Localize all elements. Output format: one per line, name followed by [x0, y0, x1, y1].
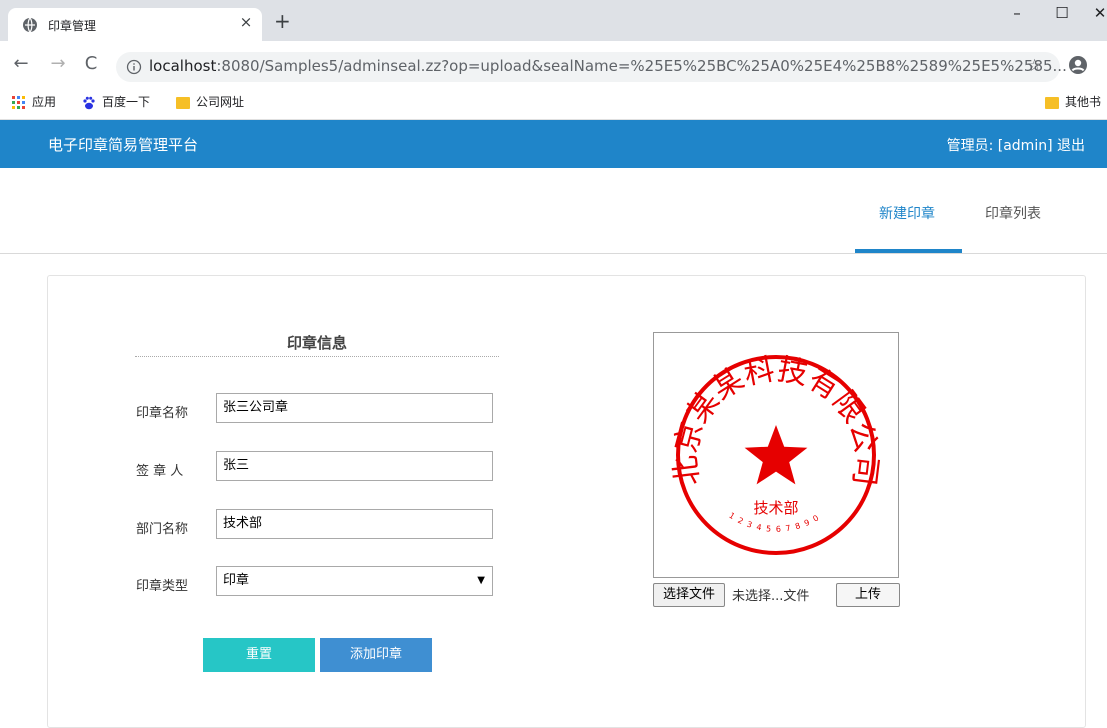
- file-status-text: 未选择...文件: [732, 589, 810, 604]
- folder-icon: [1045, 96, 1059, 109]
- browser-tabstrip: 印章管理 × + – ☐ ✕: [0, 0, 1107, 41]
- tab-new-seal[interactable]: 新建印章: [879, 203, 935, 223]
- baidu-paw-icon: [83, 96, 95, 109]
- tab-seal-list[interactable]: 印章列表: [985, 203, 1041, 223]
- admin-name: [admin]: [997, 138, 1053, 154]
- seal-image: 北京某某科技有限公司 技术部 1234567890: [668, 352, 884, 555]
- upload-button[interactable]: 上传: [836, 583, 900, 607]
- seal-type-select[interactable]: 印章 ▼: [216, 566, 493, 596]
- profile-icon[interactable]: [1068, 55, 1088, 75]
- info-icon[interactable]: [126, 59, 142, 75]
- bookmark-apps[interactable]: 应用: [12, 93, 56, 111]
- new-tab-button[interactable]: +: [274, 11, 291, 31]
- bookmark-baidu[interactable]: 百度一下: [82, 93, 150, 111]
- browser-tab[interactable]: 印章管理 ×: [8, 8, 262, 41]
- seal-name-label: 印章名称: [136, 406, 189, 421]
- signer-label: 签 章 人: [136, 464, 184, 479]
- back-arrow-icon[interactable]: ←: [10, 54, 32, 76]
- admin-info: 管理员: [admin] 退出: [947, 135, 1085, 155]
- admin-prefix: 管理员:: [946, 138, 998, 154]
- seal-name-input[interactable]: 张三公司章: [216, 393, 493, 423]
- close-window-button[interactable]: ✕: [1093, 4, 1107, 28]
- seal-center-text: 技术部: [753, 499, 798, 517]
- bookmark-other[interactable]: 其他书: [1045, 93, 1101, 111]
- tab-title: 印章管理: [48, 19, 97, 33]
- nav-bar: 新建印章 印章列表: [0, 168, 1107, 254]
- minimize-button[interactable]: –: [1003, 4, 1031, 28]
- apps-grid-icon: [12, 95, 25, 109]
- bookmark-star-icon[interactable]: ☆: [1027, 56, 1042, 76]
- url-host: localhost: [149, 57, 217, 75]
- department-input[interactable]: 技术部: [216, 509, 493, 539]
- seal-preview: 北京某某科技有限公司 技术部 1234567890: [653, 332, 899, 578]
- app-title: 电子印章简易管理平台: [48, 136, 199, 154]
- section-title: 印章信息: [286, 334, 347, 352]
- signer-input[interactable]: 张三: [216, 451, 493, 481]
- bookmarks-bar: 应用 百度一下 公司网址 其他书: [0, 87, 1107, 120]
- choose-file-button[interactable]: 选择文件: [653, 583, 725, 607]
- url-text[interactable]: localhost:8080/Samples5/adminseal.zz?op=…: [149, 57, 1067, 75]
- seal-type-value: 印章: [223, 573, 250, 588]
- globe-icon: [23, 17, 37, 33]
- dropdown-arrow-icon: ▼: [477, 575, 485, 586]
- forward-arrow-icon[interactable]: →: [47, 54, 69, 76]
- bookmark-baidu-label: 百度一下: [102, 95, 151, 109]
- logout-link[interactable]: 退出: [1057, 138, 1085, 154]
- reset-button[interactable]: 重置: [203, 638, 315, 672]
- star-icon: [744, 425, 808, 485]
- bookmark-company-label: 公司网址: [196, 95, 245, 109]
- maximize-button[interactable]: ☐: [1048, 4, 1076, 28]
- bookmark-apps-label: 应用: [32, 95, 57, 109]
- folder-icon: [176, 96, 190, 109]
- active-tab-indicator: [855, 249, 962, 253]
- seal-type-label: 印章类型: [136, 579, 189, 594]
- bookmark-company[interactable]: 公司网址: [176, 93, 244, 111]
- section-divider: [135, 356, 499, 357]
- app-header: 电子印章简易管理平台 管理员: [admin] 退出: [0, 120, 1107, 168]
- bookmark-other-label: 其他书: [1065, 95, 1102, 109]
- add-seal-button[interactable]: 添加印章: [320, 638, 432, 672]
- reload-icon[interactable]: C: [80, 54, 102, 76]
- close-tab-icon[interactable]: ×: [236, 13, 256, 31]
- department-label: 部门名称: [136, 522, 189, 537]
- url-path: :8080/Samples5/adminseal.zz?op=upload&se…: [216, 57, 1067, 75]
